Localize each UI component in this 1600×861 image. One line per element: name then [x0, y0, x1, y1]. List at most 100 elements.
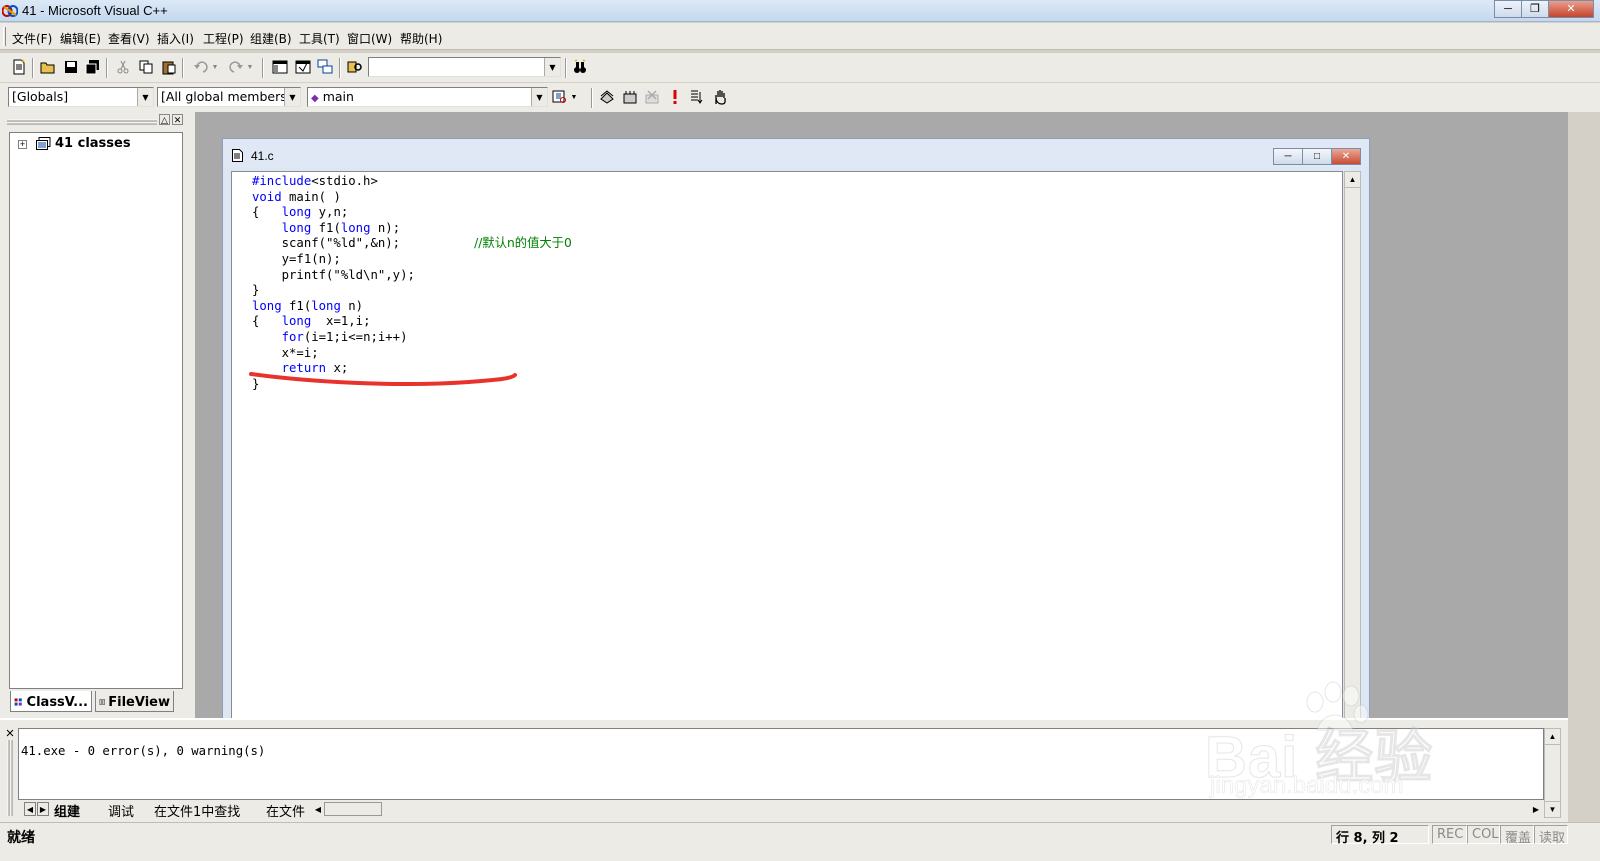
close-button[interactable]: ✕: [1548, 0, 1594, 18]
stop-build-icon: [645, 90, 659, 104]
new-text-file-button[interactable]: [9, 57, 29, 77]
scope-combo[interactable]: [Globals] ▼: [8, 87, 154, 107]
window-list-button[interactable]: [315, 57, 335, 77]
chevron-down-icon[interactable]: ▼: [531, 88, 547, 106]
editor-maximize-button[interactable]: □: [1302, 148, 1332, 165]
tab-find-in-files-2[interactable]: 在文件: [266, 801, 310, 818]
tab-debug[interactable]: 调试: [108, 801, 134, 820]
menu-edit[interactable]: 编辑(E): [60, 30, 101, 47]
open-button[interactable]: [38, 57, 58, 77]
go-debug-button[interactable]: [687, 87, 707, 107]
output-vertical-scrollbar[interactable]: ▲ ▼: [1544, 728, 1561, 818]
save-button[interactable]: [61, 57, 81, 77]
scroll-up-arrow-icon[interactable]: ▲: [1545, 729, 1560, 745]
code-line: void main( ): [252, 190, 572, 206]
tab-classview[interactable]: ClassV...: [10, 691, 92, 712]
editor-title-bar[interactable]: 41.c ─ □ ✕: [223, 139, 1369, 167]
code-text: {: [252, 205, 282, 220]
breakpoint-button[interactable]: [710, 87, 730, 107]
tab-build[interactable]: 组建: [54, 801, 80, 820]
execute-button[interactable]: [665, 87, 685, 107]
save-all-button[interactable]: [83, 57, 103, 77]
h-scroll-right-icon[interactable]: ▶: [1530, 802, 1542, 816]
tab-scroll-right-icon[interactable]: ▶: [37, 802, 49, 816]
h-scroll-left-icon[interactable]: ◀: [312, 802, 324, 816]
find-combo[interactable]: ▼: [368, 57, 561, 77]
menu-insert[interactable]: 插入(I): [157, 30, 194, 47]
undo-dropdown[interactable]: ▼: [209, 57, 221, 77]
cut-button[interactable]: [113, 57, 133, 77]
editor-close-button[interactable]: ✕: [1331, 148, 1361, 165]
tree-root-label[interactable]: 41 classes: [55, 136, 131, 151]
code-line: for(i=1;i<=n;i++): [252, 330, 572, 346]
workspace-toggle-button[interactable]: [270, 57, 290, 77]
stop-build-button[interactable]: [642, 87, 662, 107]
status-message: 就绪: [7, 830, 35, 846]
menu-tools[interactable]: 工具(T): [299, 30, 340, 47]
redo-button[interactable]: [226, 57, 246, 77]
workspace-pane: △ ✕ + 41 classes ClassV... FileView: [0, 112, 195, 718]
menu-build[interactable]: 组建(B): [250, 30, 292, 47]
scissors-icon: [117, 60, 129, 74]
output-tab-strip: ◀ ▶ 组建 调试 在文件1中查找 在文件 ◀ ▶: [18, 801, 1544, 820]
find-button[interactable]: [570, 57, 590, 77]
tab-scroll-left-icon[interactable]: ◀: [24, 802, 36, 816]
compile-button[interactable]: [597, 87, 617, 107]
redo-dropdown[interactable]: ▼: [244, 57, 256, 77]
hand-icon: [715, 90, 726, 105]
undo-button[interactable]: [191, 57, 211, 77]
code-text: n): [340, 298, 364, 313]
code-text: f1(: [311, 220, 341, 235]
tab-fileview[interactable]: FileView: [95, 691, 174, 712]
output-pane: 41.exe - 0 error(s), 0 warning(s) ▲ ▼ ◀ …: [0, 718, 1568, 822]
chevron-down-icon[interactable]: ▼: [137, 88, 153, 106]
filter-combo[interactable]: [All global members ▼: [157, 87, 301, 107]
copy-button[interactable]: [136, 57, 156, 77]
build-button[interactable]: [620, 87, 640, 107]
tab-fileview-label: FileView: [108, 694, 170, 710]
code-keyword: long: [252, 298, 282, 313]
find-in-files-button[interactable]: [345, 57, 365, 77]
horizontal-scroll-thumb[interactable]: [324, 802, 382, 816]
chevron-down-icon[interactable]: ▼: [544, 58, 560, 76]
code-text: {: [252, 314, 282, 329]
window-title: 41 - Microsoft Visual C++: [22, 3, 168, 18]
indicator-col: COL: [1467, 825, 1500, 844]
output-text-area[interactable]: 41.exe - 0 error(s), 0 warning(s): [18, 728, 1544, 800]
wizard-action-icon: [552, 90, 566, 103]
output-gripper[interactable]: [6, 728, 16, 818]
minimize-button[interactable]: ─: [1494, 0, 1522, 18]
menu-file[interactable]: 文件(F): [12, 30, 52, 47]
document-icon: [232, 149, 243, 162]
workspace-close-icon[interactable]: ✕: [172, 114, 183, 125]
menubar-grip[interactable]: [3, 27, 6, 46]
restore-button[interactable]: ❐: [1521, 0, 1549, 18]
menu-help[interactable]: 帮助(H): [400, 30, 442, 47]
chevron-down-icon[interactable]: ▼: [284, 88, 300, 106]
output-toggle-button[interactable]: [293, 57, 313, 77]
editor-vertical-scrollbar[interactable]: ▲: [1344, 171, 1361, 719]
code-editor[interactable]: #include<stdio.h> void main( ){ long y,n;…: [231, 171, 1343, 719]
scroll-down-arrow-icon[interactable]: ▼: [1545, 801, 1560, 817]
member-combo[interactable]: ◆ main ▼: [307, 87, 548, 107]
paste-button[interactable]: [159, 57, 179, 77]
menu-view[interactable]: 查看(V): [108, 30, 150, 47]
editor-minimize-button[interactable]: ─: [1273, 148, 1303, 165]
document-title: 41.c: [251, 149, 274, 163]
visual-cpp-app-icon[interactable]: [2, 4, 18, 18]
title-bar: 41 - Microsoft Visual C++ ─ ❐ ✕: [0, 0, 1600, 22]
wizardbar-action-dropdown[interactable]: ▼: [568, 87, 580, 107]
menu-window[interactable]: 窗口(W): [347, 30, 392, 47]
compile-icon: [600, 90, 614, 104]
tree-expand-icon[interactable]: +: [18, 140, 27, 149]
wizardbar-action-button[interactable]: [550, 87, 570, 107]
scroll-up-arrow-icon[interactable]: ▲: [1345, 172, 1360, 188]
member-function-icon: ◆: [311, 93, 319, 104]
workspace-restore-icon[interactable]: △: [159, 114, 170, 125]
tab-find-in-files-1[interactable]: 在文件1中查找: [154, 801, 240, 820]
menu-project[interactable]: 工程(P): [203, 30, 244, 47]
find-in-files-icon: [347, 61, 362, 73]
code-line: x*=i;: [252, 346, 572, 362]
